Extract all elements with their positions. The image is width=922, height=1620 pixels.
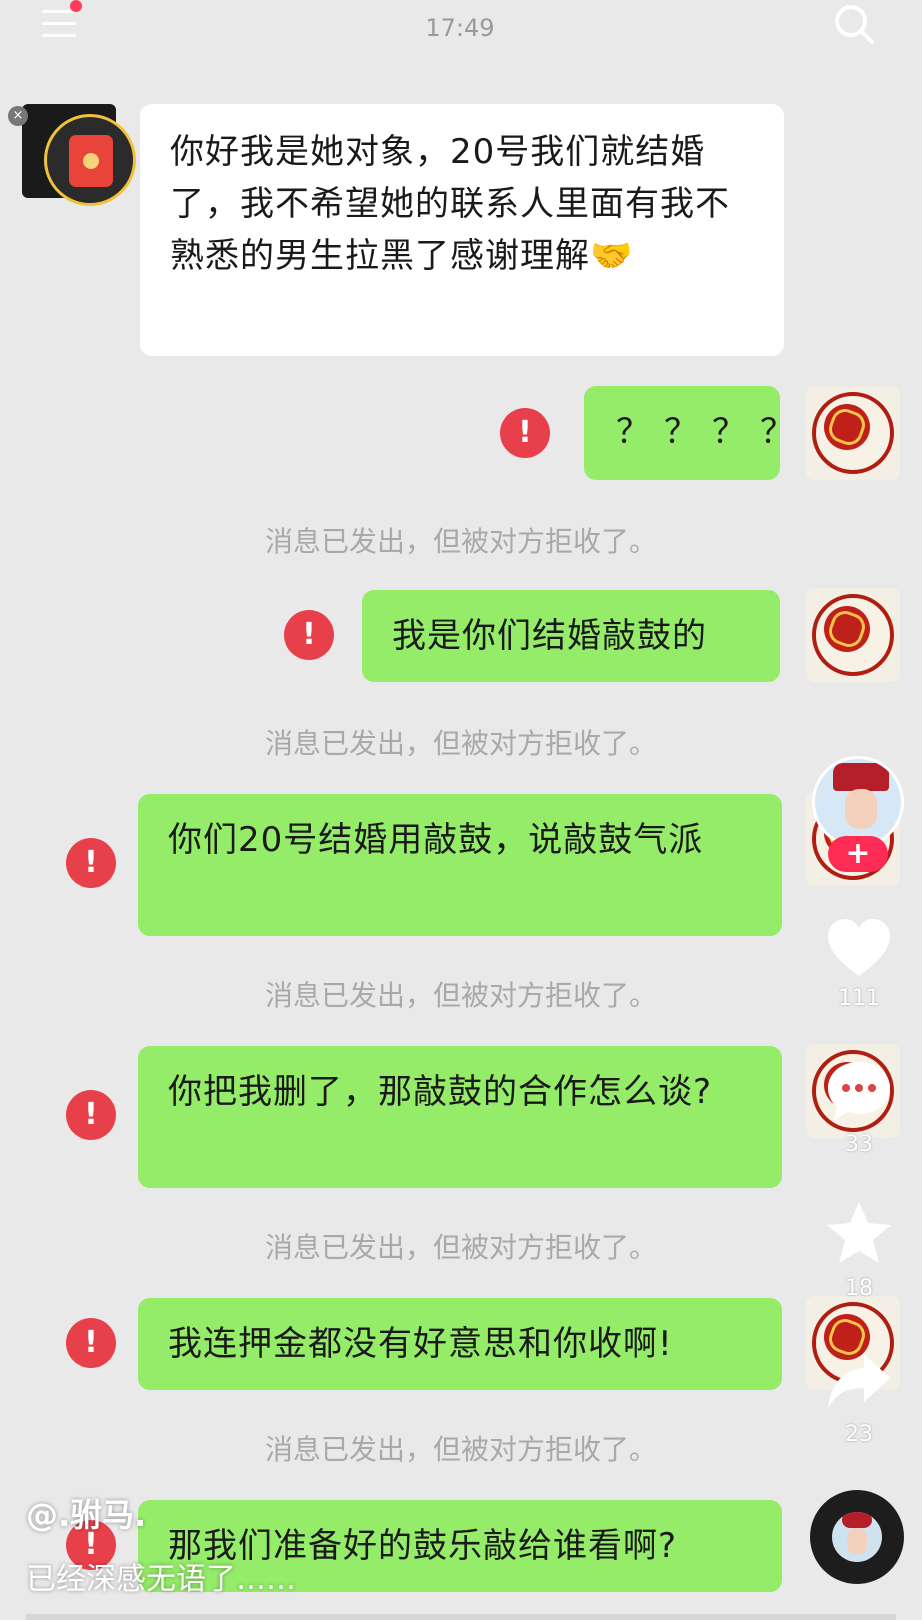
self-avatar[interactable]	[806, 386, 900, 480]
video-caption[interactable]: 已经深感无语了……	[26, 1554, 296, 1598]
favorite-count: 18	[845, 1276, 873, 1301]
red-packet-icon[interactable]	[44, 114, 136, 206]
follow-button[interactable]: +	[828, 836, 888, 872]
outgoing-message: 我是你们结婚敲鼓的	[362, 590, 780, 682]
comment-count: 33	[845, 1132, 873, 1157]
incoming-message: 你好我是她对象，20号我们就结婚了，我不希望她的联系人里面有我不熟悉的男生拉黑了…	[140, 104, 784, 356]
status-time: 17:49	[425, 14, 495, 42]
rejected-status: 消息已发出，但被对方拒收了。	[264, 979, 657, 1012]
send-failed-icon[interactable]: !	[66, 1090, 116, 1140]
rejected-status: 消息已发出，但被对方拒收了。	[264, 525, 657, 558]
rejected-status: 消息已发出，但被对方拒收了。	[264, 1433, 657, 1466]
rejected-status: 消息已发出，但被对方拒收了。	[264, 727, 657, 760]
share-count: 23	[845, 1422, 873, 1447]
rejected-status: 消息已发出，但被对方拒收了。	[264, 1231, 657, 1264]
video-username[interactable]: @.驸马.	[26, 1490, 146, 1536]
outgoing-message: 你们20号结婚用敲鼓，说敲鼓气派	[138, 794, 782, 936]
send-failed-icon[interactable]: !	[284, 610, 334, 660]
music-disc-icon[interactable]	[810, 1490, 904, 1584]
notification-dot	[70, 0, 82, 12]
share-icon[interactable]	[824, 1346, 894, 1416]
send-failed-icon[interactable]: !	[66, 1318, 116, 1368]
search-icon[interactable]	[832, 2, 876, 46]
outgoing-message: ？？？？	[584, 386, 794, 480]
like-count: 111	[838, 986, 880, 1011]
heart-icon[interactable]	[824, 914, 894, 984]
outgoing-message: 我连押金都没有好意思和你收啊!	[138, 1298, 782, 1390]
self-avatar[interactable]	[806, 588, 900, 682]
progress-bar[interactable]	[26, 1614, 896, 1620]
star-icon[interactable]	[824, 1198, 894, 1268]
creator-avatar[interactable]	[812, 756, 904, 848]
send-failed-icon[interactable]: !	[66, 838, 116, 888]
top-bar: 17:49	[0, 0, 922, 70]
close-icon[interactable]: ×	[8, 106, 28, 126]
comment-icon[interactable]	[824, 1056, 894, 1126]
outgoing-message: 你把我删了，那敲鼓的合作怎么谈?	[138, 1046, 782, 1188]
send-failed-icon[interactable]: !	[500, 408, 550, 458]
